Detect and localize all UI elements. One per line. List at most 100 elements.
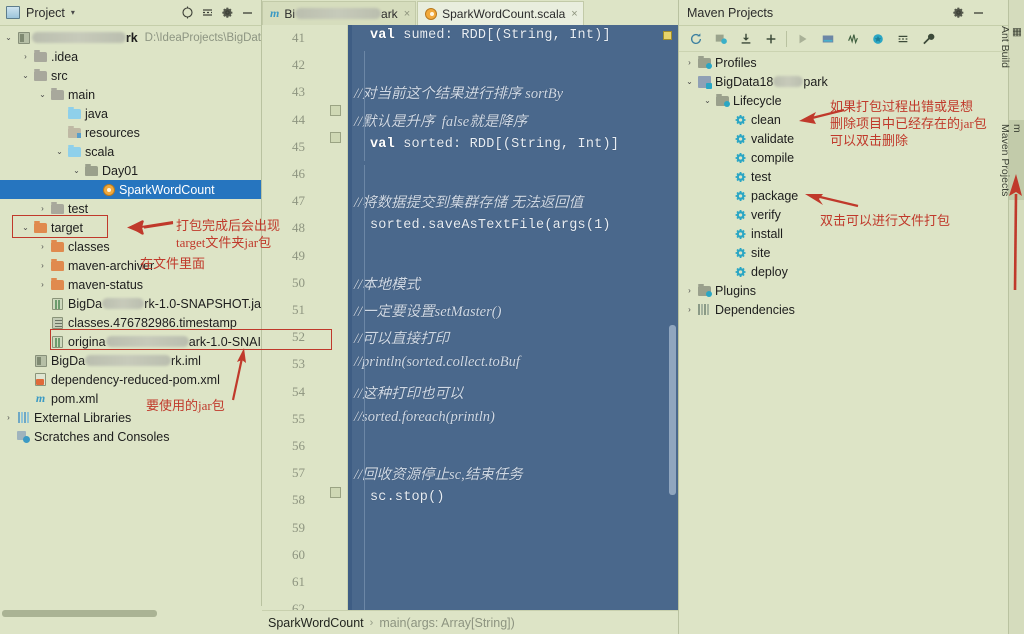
tree-row-maven-archiver[interactable]: › maven-archiver [0, 256, 261, 275]
tree-row-project-root[interactable]: ⌄ rk D:\IdeaProjects\BigDat [0, 28, 261, 47]
tree-row-label: pom.xml [51, 391, 99, 406]
chevron-down-icon[interactable]: ⌄ [70, 166, 83, 175]
chevron-down-icon[interactable]: ⌄ [19, 223, 32, 232]
right-tool-tab-strip: ▦ Ant Build m Maven Projects [999, 0, 1024, 634]
download-sources-icon[interactable] [733, 28, 758, 50]
maven-tree-row-dependencies[interactable]: › Dependencies [679, 300, 1008, 319]
close-icon[interactable]: × [571, 8, 577, 20]
generate-sources-icon[interactable] [708, 28, 733, 50]
code-pane[interactable]: val sumed: RDD[(String, Int)] //对当前这个结果进行… [348, 25, 678, 620]
chevron-down-icon[interactable]: ⌄ [36, 90, 49, 99]
tree-row-classes-476782986-timestamp[interactable]: classes.476782986.timestamp [0, 313, 261, 332]
chevron-right-icon[interactable]: › [2, 413, 15, 422]
tree-row-maven-status[interactable]: › maven-status [0, 275, 261, 294]
tree-row-sparkwordcount[interactable]: SparkWordCount [0, 180, 261, 199]
maven-tree-row-profiles[interactable]: › Profiles [679, 53, 1008, 72]
maven-tree-row-bigdata18[interactable]: ⌄ BigData18 park [679, 72, 1008, 91]
maven-tree-row-site[interactable]: site [679, 243, 1008, 262]
chevron-down-icon[interactable]: ⌄ [701, 96, 714, 105]
redacted-text [773, 76, 804, 87]
project-tree[interactable]: ⌄ rk D:\IdeaProjects\BigDat › .idea ⌄ src ⌄ main… [0, 26, 261, 606]
settings-gear-icon[interactable] [948, 3, 968, 23]
code-line-53: //println(sorted.collect.toBuf [354, 354, 520, 371]
maven-tree-row-label: verify [751, 207, 781, 222]
code-line-54: //这种打印也可以 [354, 385, 464, 402]
line-number: 60 [292, 546, 305, 562]
tree-row-bigda[interactable]: BigDa rk-1.0-SNAPSHOT.ja [0, 294, 261, 313]
project-hscrollbar-area [0, 606, 262, 620]
chevron-down-icon[interactable]: ⌄ [19, 71, 32, 80]
chevron-down-icon[interactable]: ⌄ [2, 33, 15, 42]
tree-row-label: scala [85, 144, 115, 159]
maven-tree-row-compile[interactable]: compile [679, 148, 1008, 167]
editor-tab-label-suffix: ark [381, 6, 398, 21]
keyword: val [370, 136, 395, 152]
chevron-right-icon[interactable]: › [36, 261, 49, 270]
tree-row-resources[interactable]: resources [0, 123, 261, 142]
tool-tab-ant-build[interactable]: ▦ Ant Build [999, 22, 1024, 72]
scala-object-icon [100, 183, 117, 196]
hide-icon[interactable] [968, 3, 988, 23]
scala-object-icon [425, 7, 438, 20]
tree-row-label-suffix: rk-1.0-SNAPSHOT.ja [144, 296, 261, 311]
collapse-all-icon[interactable] [197, 3, 217, 23]
folded-code-marker[interactable] [663, 31, 672, 40]
tree-row-scala[interactable]: ⌄ scala [0, 142, 261, 161]
settings-gear-icon[interactable] [217, 3, 237, 23]
chevron-right-icon[interactable]: › [36, 280, 49, 289]
chevron-right-icon[interactable]: › [19, 52, 32, 61]
chevron-right-icon[interactable]: › [683, 305, 696, 314]
maven-tree-row-deploy[interactable]: deploy [679, 262, 1008, 281]
chevron-down-icon[interactable]: ▾ [71, 8, 75, 17]
collapse-all-icon[interactable] [890, 28, 915, 50]
chevron-right-icon[interactable]: › [683, 286, 696, 295]
chevron-down-icon[interactable]: ⌄ [53, 147, 66, 156]
chevron-right-icon[interactable]: › [36, 242, 49, 251]
reimport-icon[interactable] [683, 28, 708, 50]
redacted-text [32, 32, 126, 43]
locate-icon[interactable] [177, 3, 197, 23]
execute-goal-icon[interactable] [815, 28, 840, 50]
breadcrumb-method[interactable]: main(args: Array[String]) [379, 616, 514, 630]
close-icon[interactable]: × [404, 8, 410, 20]
tree-row-src[interactable]: ⌄ src [0, 66, 261, 85]
maven-tree-row-test[interactable]: test [679, 167, 1008, 186]
editor-left-margin [348, 25, 352, 620]
tree-row-label: target [51, 220, 83, 235]
editor-tab-pom-xml[interactable]: m Bi ark × [262, 1, 417, 25]
tree-row-scratches-and-consoles[interactable]: Scratches and Consoles [0, 427, 261, 446]
tree-row-java[interactable]: java [0, 104, 261, 123]
editor-gutter[interactable]: 41 42 43 44 45 46 47 48 49 50 51 52 53 54 55 56 57 58 59 60… [262, 25, 348, 620]
run-icon[interactable] [790, 28, 815, 50]
editor-tab-sparkwordcount-scala[interactable]: SparkWordCount.scala × [417, 1, 584, 25]
toggle-skip-tests-icon[interactable] [865, 28, 890, 50]
add-icon[interactable] [758, 28, 783, 50]
tree-row-main[interactable]: ⌄ main [0, 85, 261, 104]
chevron-right-icon[interactable]: › [36, 204, 49, 213]
toggle-offline-icon[interactable] [840, 28, 865, 50]
line-number: 55 [292, 410, 305, 426]
line-number: 56 [292, 438, 305, 453]
tree-row-idea[interactable]: › .idea [0, 47, 261, 66]
redacted-text [85, 355, 172, 366]
maven-tree-row-label: Dependencies [715, 302, 795, 317]
maven-settings-icon[interactable] [915, 28, 940, 50]
maven-tree-row-plugins[interactable]: › Plugins [679, 281, 1008, 300]
ant-build-icon: ▦ [1011, 26, 1023, 38]
tree-row-label: SparkWordCount [119, 182, 215, 197]
chevron-down-icon[interactable]: ⌄ [683, 77, 696, 86]
code-fold-icon[interactable] [330, 105, 341, 116]
tree-row-day01[interactable]: ⌄ Day01 [0, 161, 261, 180]
code-fold-icon[interactable] [330, 132, 341, 143]
editor-vertical-scrollbar[interactable] [669, 325, 676, 495]
line-number: 61 [292, 574, 305, 589]
breadcrumb-class[interactable]: SparkWordCount [268, 616, 364, 630]
tree-row-label: BigDa [68, 296, 103, 311]
horizontal-scrollbar[interactable] [2, 610, 157, 617]
hide-icon[interactable] [237, 3, 257, 23]
code-fold-icon[interactable] [330, 487, 341, 498]
scratches-icon [15, 430, 32, 443]
chevron-right-icon[interactable]: › [683, 58, 696, 67]
indent-guide [364, 165, 365, 335]
redacted-text [105, 336, 189, 347]
